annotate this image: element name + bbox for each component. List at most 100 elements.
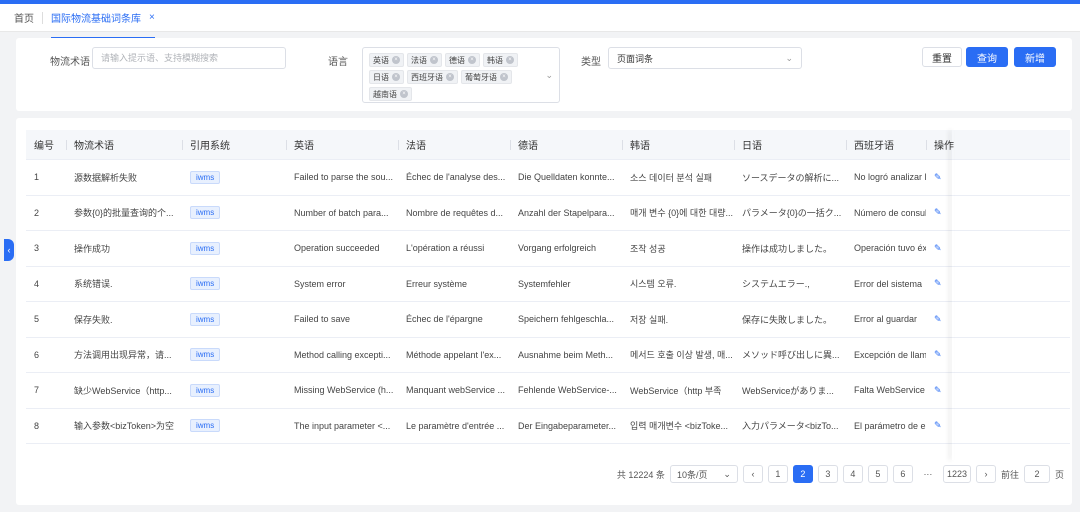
tag-close-icon[interactable]: × [446,73,454,81]
cell-french: Méthode appelant l'ex... [406,349,502,360]
tab-bar: 首页 国际物流基础词条库 × [0,4,1080,39]
cell-term: 缺少WebService（http... [74,385,172,396]
cell-english: The input parameter <... [294,420,391,431]
cell-term: 操作成功 [74,243,111,254]
cell-spanish: Excepción de llama [854,349,926,360]
cell-id: 2 [34,207,40,218]
goto-suffix: 页 [1054,469,1064,480]
cell-korean: 시스템 오류. [630,279,677,290]
cell-actions: ✎ [926,278,1026,289]
language-tag[interactable]: 越南语 × [369,87,412,101]
edit-icon[interactable]: ✎ [934,349,942,359]
cell-system: iwms [182,419,286,433]
type-label: 类型 [581,57,601,68]
table-row: 5 保存失败. iwms Failed to save Échec de l'éparg… [26,302,1070,338]
system-badge: iwms [190,170,221,184]
header-german: 德语 [510,130,622,160]
table-row: 1 源数据解析失败 iwms Failed to parse the sou... Éc… [26,160,1070,196]
cell-french: Nombre de requêtes d... [406,207,504,218]
table-header: 编号 物流术语 引用系统 英语 法语 德语 韩语 日语 西班牙语 操作 [26,130,1070,160]
edit-icon[interactable]: ✎ [934,420,942,430]
cell-german: Systemfehler [518,278,571,289]
cell-japanese: ソースデータの解析に... [742,172,840,183]
page-button[interactable]: 4 [842,465,863,483]
cell-system: iwms [182,277,286,291]
query-button[interactable]: 查询 [966,47,1008,67]
term-search-field[interactable] [101,53,277,63]
term-search-input[interactable] [92,47,286,69]
cell-german: Anzahl der Stapelpara... [518,207,615,218]
system-badge: iwms [190,206,221,220]
language-tag[interactable]: 葡萄牙语 × [461,70,512,84]
tag-close-icon[interactable]: × [400,90,408,98]
page-button-current[interactable]: 2 [792,465,813,483]
language-tag[interactable]: 日语 × [369,70,404,84]
cell-id: 3 [34,243,40,254]
header-spanish: 西班牙语 [846,130,926,160]
tag-close-icon[interactable]: × [506,56,514,64]
language-tag[interactable]: 德语 × [445,53,480,67]
tag-close-icon[interactable]: × [468,56,476,64]
page-size-value: 10条/页 [676,469,708,480]
cell-english: Failed to parse the sou... [294,172,394,183]
cell-spanish: Número de consult [854,207,926,218]
tag-close-icon[interactable]: × [392,56,400,64]
term-label: 物流术语 [50,57,90,68]
add-button[interactable]: 新增 [1014,47,1056,67]
type-select[interactable]: 页面词条 ⌄ [608,47,802,69]
prev-page-button[interactable]: ‹ [742,465,763,483]
cell-term: 参数{0}的批量查询的个... [74,208,174,219]
search-panel: 物流术语 语言 英语× 法语× 德语× 韩语× 日语× 西班牙语× 葡萄牙语× … [16,38,1072,111]
cell-korean: 조작 성공 [630,243,666,254]
page-ellipsis[interactable]: ··· [917,465,938,483]
edit-icon[interactable]: ✎ [934,385,942,395]
tag-close-icon[interactable]: × [430,56,438,64]
cell-term: 系统错误. [74,279,113,290]
tab-logistics-terms[interactable]: 国际物流基础词条库 × [43,4,155,39]
page-button[interactable]: 5 [867,465,888,483]
cell-term: 输入参数<bizToken>为空 [74,421,175,432]
cell-japanese: メソッド呼び出しに異... [742,350,840,361]
edit-icon[interactable]: ✎ [934,314,942,324]
next-page-button[interactable]: › [975,465,996,483]
table-row: 3 操作成功 iwms Operation succeeded L'opération … [26,231,1070,267]
language-tag[interactable]: 西班牙语 × [407,70,458,84]
language-tag[interactable]: 法语 × [407,53,442,67]
reset-button[interactable]: 重置 [922,47,962,67]
system-badge: iwms [190,348,221,362]
close-icon[interactable]: × [149,12,155,23]
cell-system: iwms [182,206,286,220]
page-button-last[interactable]: 1223 [942,465,971,483]
edit-icon[interactable]: ✎ [934,207,942,217]
language-tag[interactable]: 英语 × [369,53,404,67]
cell-spanish: El parámetro de en [854,420,926,431]
tag-close-icon[interactable]: × [500,73,508,81]
header-french: 法语 [398,130,510,160]
system-badge: iwms [190,312,221,326]
edit-icon[interactable]: ✎ [934,243,942,253]
page-button[interactable]: 1 [767,465,788,483]
cell-english: Operation succeeded [294,243,380,254]
cell-term: 方法调用出现异常，请... [74,350,172,361]
page-size-select[interactable]: 10条/页 ⌄ [669,465,738,483]
language-multiselect[interactable]: 英语 × 法语 × 德语 × 韩语 × 日语 × 西班牙语 × 葡萄牙语 × 越南语 × ⌄ [362,47,560,103]
goto-page-input[interactable]: 2 [1023,465,1050,483]
cell-id: 5 [34,314,40,325]
chevron-down-icon[interactable]: ⌄ [545,70,553,81]
edit-icon[interactable]: ✎ [934,172,942,182]
cell-french: Échec de l'analyse des... [406,172,506,183]
tab-home[interactable]: 首页 [14,11,43,25]
total-count: 共 12224 条 [616,469,665,480]
tag-close-icon[interactable]: × [392,73,400,81]
cell-term: 源数据解析失败 [74,172,138,183]
cell-id: 6 [34,349,40,360]
cell-id: 4 [34,278,40,289]
cell-spanish: Operación tuvo éxit [854,243,926,254]
sidebar-collapse-handle[interactable]: ‹ [4,239,14,261]
chevron-down-icon[interactable]: ⌄ [785,53,793,64]
cell-french: Échec de l'épargne [406,314,483,325]
page-button[interactable]: 6 [892,465,913,483]
edit-icon[interactable]: ✎ [934,278,942,288]
language-tag[interactable]: 韩语 × [483,53,518,67]
page-button[interactable]: 3 [817,465,838,483]
